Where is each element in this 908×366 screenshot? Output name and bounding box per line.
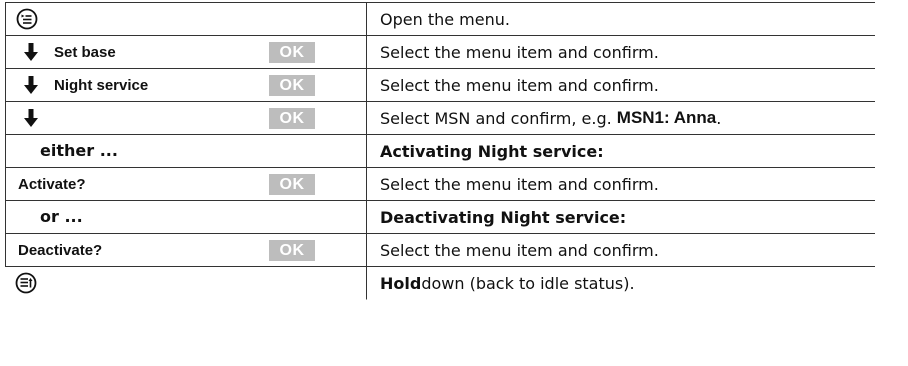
table-row: Open the menu. [5,3,875,36]
or-heading: or ... [40,207,83,226]
end-call-key-icon [15,272,37,294]
table-row: Activate? OK Select the menu item and co… [5,168,875,201]
key-cell [5,3,367,35]
ok-button[interactable]: OK [269,108,315,129]
msn-name: MSN1: Anna [616,108,717,127]
instruction-text: Hold down (back to idle status). [367,267,875,300]
table-row: Deactivate? OK Select the menu item and … [5,234,875,267]
table-row: Set base OK Select the menu item and con… [5,36,875,69]
text-after: down (back to idle status). [421,273,635,293]
down-arrow-icon [24,109,38,127]
menu-item-label: Set base [54,44,116,61]
section-heading: Deactivating Night service: [380,207,627,227]
ok-button[interactable]: OK [269,42,315,63]
text-after: . [716,108,722,128]
section-heading: Activating Night service: [380,141,604,161]
key-cell [5,267,367,300]
key-cell: either ... [5,135,367,167]
key-cell: Activate? OK [5,168,367,200]
table-row: Night service OK Select the menu item an… [5,69,875,102]
ok-button[interactable]: OK [269,75,315,96]
key-cell: Deactivate? OK [5,234,367,266]
instruction-text: Select the menu item and confirm. [380,42,659,62]
down-arrow-icon [24,76,38,94]
instruction-table: Open the menu. Set base OK Select the me… [5,2,875,300]
table-row: or ... Deactivating Night service: [5,201,875,234]
menu-item-label: Activate? [18,176,86,193]
key-cell: Set base OK [5,36,367,68]
instruction-text: Select the menu item and confirm. [380,174,659,194]
menu-item-label: Deactivate? [18,242,103,259]
instruction-text: Select the menu item and confirm. [380,75,659,95]
menu-open-key-icon [16,8,38,30]
instruction-text: Select MSN and confirm, e.g. MSN1: Anna. [367,102,875,134]
ok-button[interactable]: OK [269,240,315,261]
table-row: Hold down (back to idle status). [5,267,875,300]
menu-item-label: Night service [54,77,149,94]
key-cell: or ... [5,201,367,233]
ok-button[interactable]: OK [269,174,315,195]
table-row: OK Select MSN and confirm, e.g. MSN1: An… [5,102,875,135]
table-row: either ... Activating Night service: [5,135,875,168]
hold-label: Hold [380,273,422,293]
either-heading: either ... [40,141,118,160]
text-before: Select MSN and confirm, e.g. [380,108,612,128]
instruction-text: Open the menu. [380,9,510,29]
instruction-text: Select the menu item and confirm. [380,240,659,260]
key-cell: Night service OK [5,69,367,101]
down-arrow-icon [24,43,38,61]
key-cell: OK [5,102,367,134]
